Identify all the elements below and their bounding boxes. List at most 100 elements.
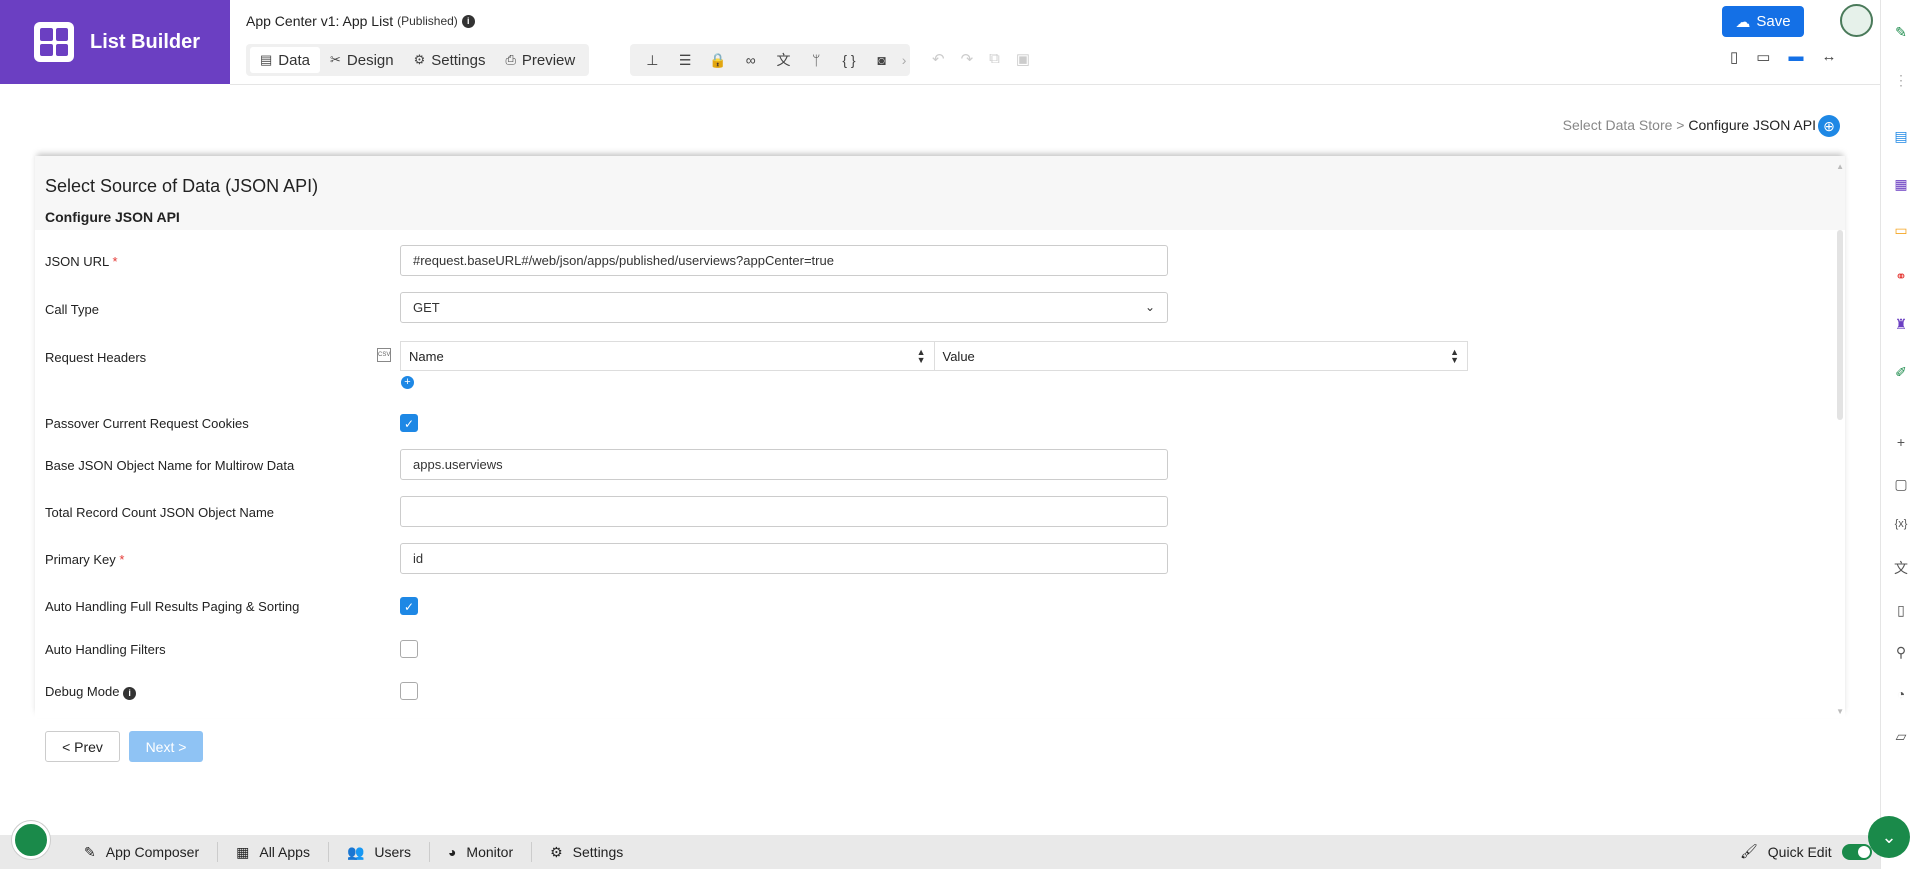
app-title-text: App Center v1: App List: [246, 13, 394, 29]
bottom-settings-label: Settings: [572, 844, 624, 860]
passover-cookies-checkbox[interactable]: ✓: [400, 414, 418, 432]
brand-header: List Builder: [0, 0, 230, 84]
theme-icon[interactable]: ✐: [1893, 364, 1909, 380]
publish-status: (Published): [397, 14, 458, 28]
file-icon[interactable]: ▯: [1893, 602, 1909, 618]
bottom-app-composer[interactable]: ✎ App Composer: [66, 842, 219, 862]
auto-filters-label: Auto Handling Filters: [45, 642, 166, 657]
api-icon[interactable]: ♜: [1893, 316, 1909, 332]
scrollbar-thumb[interactable]: [1837, 230, 1843, 420]
panel-subtitle: Configure JSON API: [45, 209, 180, 225]
add-header-row-icon[interactable]: +: [401, 376, 414, 389]
info-icon[interactable]: i: [123, 686, 137, 700]
branch-icon[interactable]: ᛘ: [800, 52, 833, 68]
tab-design[interactable]: ✂ Design: [320, 47, 404, 73]
right-rail: ✎ ⋮ ▤ ▦ ▭ ⚭ ♜ ✐ + ▢ {x} 文 ▯ ⚲ ◔ ▱: [1880, 0, 1920, 869]
gears-icon: ⚙: [550, 843, 563, 860]
variable-icon[interactable]: {x}: [1893, 516, 1909, 532]
paste-icon[interactable]: ▣: [1016, 50, 1030, 68]
tab-preview-label: Preview: [521, 51, 576, 69]
preview-icon: ⎙: [505, 52, 516, 67]
plus-icon[interactable]: +: [1893, 434, 1909, 450]
bottom-app-composer-label: App Composer: [105, 844, 200, 860]
tablet-icon[interactable]: ▭: [1756, 48, 1770, 66]
camera-icon[interactable]: ◙: [865, 52, 898, 68]
drag-handle-icon[interactable]: ⋮: [1893, 72, 1909, 88]
tab-data-label: Data: [278, 51, 310, 69]
prev-button[interactable]: < Prev: [45, 731, 120, 762]
redo-icon[interactable]: ↷: [961, 50, 974, 68]
gauge-icon: ◕: [447, 844, 457, 860]
performance-icon[interactable]: ◔: [1893, 686, 1909, 702]
list-builder-icon: [34, 22, 74, 62]
collapse-icon[interactable]: ⊕: [1818, 115, 1840, 137]
copy-icon[interactable]: ⧉: [989, 50, 1000, 68]
joget-logo-icon[interactable]: [12, 821, 50, 859]
mobile-icon[interactable]: ▯: [1730, 48, 1738, 66]
bottom-monitor[interactable]: ◕ Monitor: [430, 842, 533, 862]
log-icon[interactable]: ▱: [1893, 728, 1909, 744]
csv-import-icon[interactable]: CSV: [377, 348, 391, 362]
quick-edit: 🖌 Quick Edit: [1740, 843, 1872, 860]
device-preview-bar: ▯ ▭ ▬ ↔: [1730, 48, 1836, 66]
note-icon[interactable]: ▢: [1893, 476, 1909, 492]
bottom-all-apps-label: All Apps: [259, 844, 310, 860]
header-col-name[interactable]: Name ▲ ▼: [401, 342, 935, 370]
plugin-icon[interactable]: ⚲: [1893, 644, 1909, 660]
lock-icon[interactable]: 🔒: [702, 52, 735, 69]
undo-redo-group: ↶ ↷ ⧉ ▣: [932, 50, 1030, 68]
process-icon[interactable]: ⚭: [1893, 268, 1909, 284]
total-count-input[interactable]: [400, 496, 1168, 527]
binoculars-icon[interactable]: ∞: [734, 52, 767, 68]
builder-tabs: ▤ Data ✂ Design ⚙ Settings ⎙ Preview: [246, 44, 590, 76]
call-type-value: GET: [413, 300, 440, 315]
header-col-value[interactable]: Value ▲ ▼: [935, 342, 1468, 370]
base-json-label: Base JSON Object Name for Multirow Data: [45, 458, 295, 473]
info-icon[interactable]: i: [461, 14, 475, 28]
json-url-label: JSON URL *: [45, 254, 118, 269]
scroll-up-arrow[interactable]: ▲: [1836, 162, 1844, 171]
bottom-users[interactable]: 👥 Users: [329, 842, 430, 862]
tool-strip: ⊥ ☰ 🔒 ∞ 文 ᛘ { } ◙ ›: [630, 44, 910, 76]
undo-icon[interactable]: ↶: [932, 50, 945, 68]
tab-data[interactable]: ▤ Data: [250, 47, 320, 73]
call-type-select[interactable]: GET ⌄: [400, 292, 1168, 323]
auto-filters-checkbox[interactable]: [400, 640, 418, 658]
next-button[interactable]: Next >: [129, 731, 203, 762]
translate-icon[interactable]: 文: [767, 50, 800, 70]
edit-icon: ✎: [84, 843, 96, 860]
tab-settings[interactable]: ⚙ Settings: [404, 47, 496, 73]
chevron-double-down-icon[interactable]: ⌄: [1868, 816, 1910, 858]
grid-icon: ▦: [236, 843, 250, 860]
form-icon[interactable]: ▤: [1893, 128, 1909, 144]
avatar[interactable]: [1840, 4, 1873, 37]
app-title: App Center v1: App List (Published) i: [246, 13, 475, 29]
edit-app-icon[interactable]: ✎: [1893, 24, 1909, 40]
userview-icon[interactable]: ▭: [1893, 222, 1909, 238]
chevron-right-icon[interactable]: ›: [898, 52, 910, 68]
tab-design-label: Design: [346, 51, 394, 69]
list-icon[interactable]: ▦: [1893, 176, 1909, 192]
tree-icon[interactable]: ⊥: [636, 52, 669, 69]
bottom-all-apps[interactable]: ▦ All Apps: [218, 842, 329, 862]
translate-icon[interactable]: 文: [1893, 560, 1909, 576]
save-button[interactable]: ☁ Save: [1722, 6, 1804, 37]
quick-edit-toggle[interactable]: [1841, 843, 1872, 860]
tab-preview[interactable]: ⎙ Preview: [495, 47, 585, 73]
braces-icon[interactable]: { }: [833, 52, 866, 68]
json-url-input[interactable]: #request.baseURL#/web/json/apps/publishe…: [400, 245, 1168, 276]
expand-width-icon[interactable]: ↔: [1821, 48, 1836, 66]
header-col-value-label: Value: [942, 348, 975, 364]
breadcrumb-parent[interactable]: Select Data Store: [1563, 117, 1673, 133]
total-count-label: Total Record Count JSON Object Name: [45, 505, 275, 520]
auto-paging-checkbox[interactable]: ✓: [400, 597, 418, 615]
bottom-settings[interactable]: ⚙ Settings: [532, 842, 641, 862]
primary-key-input[interactable]: id: [400, 543, 1168, 574]
laptop-icon[interactable]: ▬: [1788, 48, 1803, 66]
primary-key-label: Primary Key *: [45, 552, 125, 567]
quick-edit-label: Quick Edit: [1767, 843, 1832, 860]
list-icon[interactable]: ☰: [669, 52, 702, 69]
scroll-down-arrow[interactable]: ▼: [1836, 707, 1844, 716]
debug-mode-checkbox[interactable]: [400, 682, 418, 700]
base-json-input[interactable]: apps.userviews: [400, 449, 1168, 480]
